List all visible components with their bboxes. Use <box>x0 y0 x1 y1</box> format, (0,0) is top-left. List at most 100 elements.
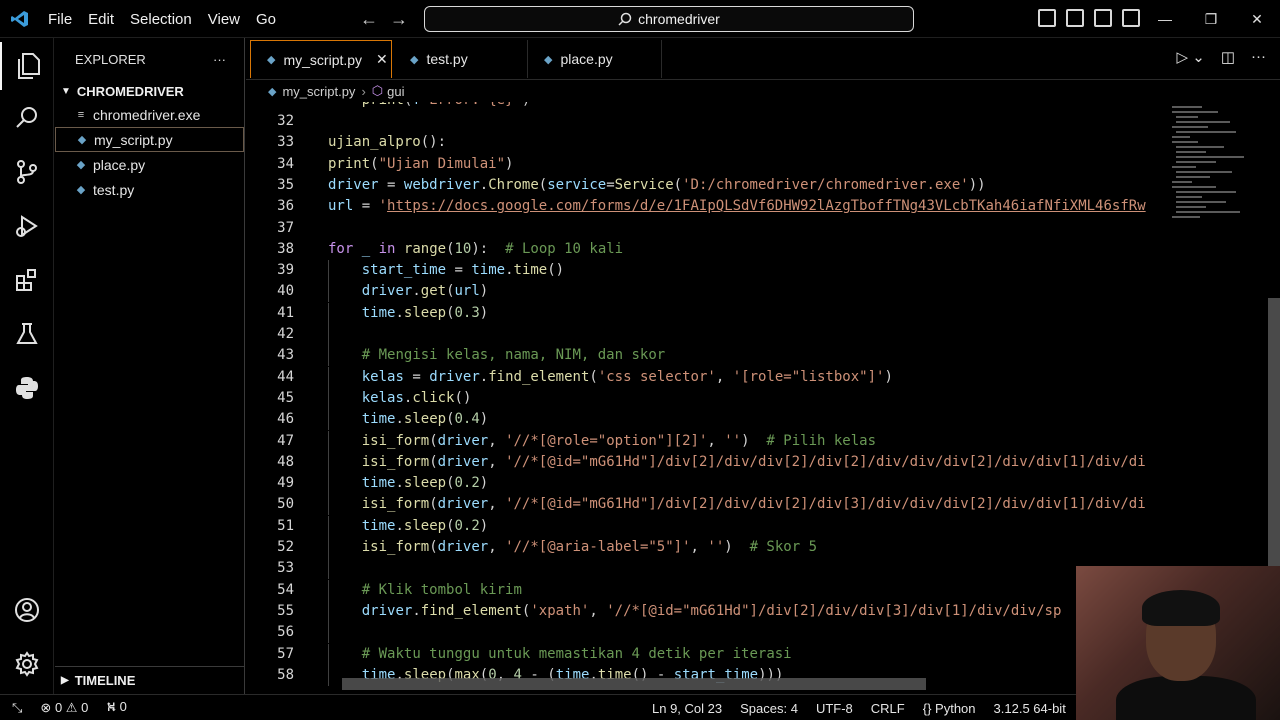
breadcrumb-symbol[interactable]: gui <box>387 84 404 99</box>
line-number: 33 <box>277 134 294 151</box>
line-number: 32 <box>277 113 294 129</box>
toggle-sidebar-icon[interactable] <box>1038 9 1056 27</box>
menu-view[interactable]: View <box>200 11 248 28</box>
testing-icon[interactable] <box>0 310 54 358</box>
breadcrumb-file[interactable]: my_script.py <box>282 84 355 99</box>
tab-bar: ◆ my_script.py ✕ ◆ test.py ◆ place.py ▷ … <box>246 38 1280 80</box>
file-item-chromedriver-exe[interactable]: ≡ chromedriver.exe <box>55 102 244 127</box>
python-icon[interactable] <box>0 364 54 412</box>
code-line: 37 <box>246 218 1166 239</box>
python-interpreter[interactable]: 3.12.5 64-bit <box>994 701 1066 716</box>
search-icon[interactable] <box>0 94 54 142</box>
title-bar: File Edit Selection View Go ← → chromedri… <box>0 0 1280 38</box>
breadcrumb-separator: › <box>361 83 366 99</box>
remote-indicator-icon[interactable]: ⤡ <box>12 700 22 716</box>
run-python-file-icon[interactable]: ▷ ⌄ <box>1177 48 1205 66</box>
line-source: isi_form(driver, '//*[@aria-label="5"]',… <box>361 539 817 555</box>
toggle-panel-icon[interactable] <box>1066 9 1084 27</box>
minimap[interactable] <box>1168 102 1258 232</box>
file-item-my-script-py[interactable]: ◆ my_script.py <box>55 127 244 152</box>
back-arrow-icon[interactable]: ← <box>360 9 378 29</box>
python-file-icon: ◆ <box>77 134 87 146</box>
webcam-overlay <box>1076 566 1280 720</box>
line-source: time.sleep(0.3) <box>361 304 489 321</box>
presenter-hair <box>1142 590 1220 626</box>
line-source: print("Ujian Dimulai") <box>328 155 514 172</box>
menu-go[interactable]: Go <box>248 11 284 28</box>
close-window-icon[interactable]: ✕ <box>1234 0 1280 38</box>
line-source: # Waktu tunggu untuk memastikan 4 detik … <box>361 645 792 662</box>
line-source: url = 'https://docs.google.com/forms/d/e… <box>328 198 1146 215</box>
cursor-position[interactable]: Ln 9, Col 23 <box>652 701 722 716</box>
ports-indicator[interactable]: ⛕ 0 <box>106 699 127 717</box>
python-file-icon: ◆ <box>268 85 277 98</box>
source-control-icon[interactable] <box>0 148 54 196</box>
tab-my-script-py[interactable]: ◆ my_script.py ✕ <box>250 40 392 78</box>
line-number: 53 <box>277 560 294 577</box>
python-file-icon: ◆ <box>76 159 86 171</box>
menu-edit[interactable]: Edit <box>80 11 122 28</box>
python-file-icon: ◆ <box>267 54 276 66</box>
line-source: for _ in range(10): # Loop 10 kali <box>328 240 624 257</box>
timeline-section[interactable]: ▶ TIMELINE <box>55 666 245 694</box>
language-mode[interactable]: {} Python <box>923 701 976 716</box>
line-number: 45 <box>277 389 294 406</box>
braces-icon: {} <box>922 700 932 716</box>
horizontal-scrollbar[interactable] <box>342 678 926 690</box>
accounts-icon[interactable] <box>0 586 54 634</box>
code-editor[interactable]: print(f"Error: {e}") 32 33 ujian_alpro(): 34… <box>246 102 1166 692</box>
code-line: 47 isi_form(driver, '//*[@role="option"]… <box>246 430 1166 452</box>
indent-guide <box>328 324 329 345</box>
code-line: 32 <box>246 111 1166 132</box>
line-number: 35 <box>277 176 294 193</box>
close-tab-icon[interactable]: ✕ <box>376 51 388 68</box>
python-file-icon: ◆ <box>410 53 419 66</box>
menu-selection[interactable]: Selection <box>122 11 200 28</box>
code-line: 55 driver.find_element('xpath', '//*[@id… <box>246 600 1166 622</box>
file-item-test-py[interactable]: ◆ test.py <box>55 177 244 202</box>
toggle-secondary-sidebar-icon[interactable] <box>1094 9 1112 27</box>
file-item-place-py[interactable]: ◆ place.py <box>55 152 244 177</box>
more-actions-icon[interactable]: ··· <box>1251 48 1266 66</box>
ports-count: 0 <box>119 699 127 714</box>
tab-label: test.py <box>426 51 468 67</box>
error-count: 0 <box>54 700 63 715</box>
tab-test-py[interactable]: ◆ test.py <box>394 40 528 78</box>
layout-controls <box>1038 9 1140 27</box>
code-line: 53 <box>246 558 1166 580</box>
line-number: 37 <box>277 219 294 236</box>
line-number: 36 <box>277 198 294 215</box>
minimize-icon[interactable]: — <box>1142 0 1188 38</box>
explorer-sidebar: EXPLORER ··· ▼ CHROMEDRIVER ≡ chromedriv… <box>55 38 245 694</box>
forward-arrow-icon[interactable]: → <box>390 9 408 29</box>
tab-place-py[interactable]: ◆ place.py <box>528 40 662 78</box>
more-actions-icon[interactable]: ··· <box>213 52 226 67</box>
line-source: time.sleep(0.4) <box>361 411 489 428</box>
extensions-icon[interactable] <box>0 256 54 304</box>
explorer-icon[interactable] <box>0 42 54 90</box>
menu-file[interactable]: File <box>40 11 80 28</box>
code-line: 43 # Mengisi kelas, nama, NIM, dan skor <box>246 345 1166 367</box>
cube-icon: ⬡ <box>371 83 384 98</box>
problems-indicator[interactable]: ⊗ 0 ⚠ 0 <box>40 700 88 716</box>
window-controls: — ❐ ✕ <box>1142 0 1280 38</box>
line-ending[interactable]: CRLF <box>871 701 905 716</box>
folder-chromedriver[interactable]: ▼ CHROMEDRIVER <box>55 80 244 102</box>
file-label: my_script.py <box>94 131 173 148</box>
chevron-right-icon: ▶ <box>61 675 69 686</box>
command-center-search[interactable]: chromedriver <box>424 6 914 32</box>
run-debug-icon[interactable] <box>0 202 54 250</box>
encoding[interactable]: UTF-8 <box>816 701 853 716</box>
code-line: 41 time.sleep(0.3) <box>246 302 1166 324</box>
indentation[interactable]: Spaces: 4 <box>740 701 798 716</box>
code-line: 38 for _ in range(10): # Loop 10 kali <box>246 239 1166 260</box>
restore-icon[interactable]: ❐ <box>1188 0 1234 38</box>
settings-gear-icon[interactable] <box>0 640 54 688</box>
split-editor-icon[interactable]: ◫ <box>1221 48 1235 66</box>
code-line: 50 isi_form(driver, '//*[@id="mG61Hd"]/d… <box>246 494 1166 516</box>
error-icon: ⊗ <box>40 700 52 715</box>
code-line: 51 time.sleep(0.2) <box>246 515 1166 537</box>
line-number: 58 <box>277 666 294 683</box>
code-line: 42 <box>246 324 1166 345</box>
customize-layout-icon[interactable] <box>1122 9 1140 27</box>
